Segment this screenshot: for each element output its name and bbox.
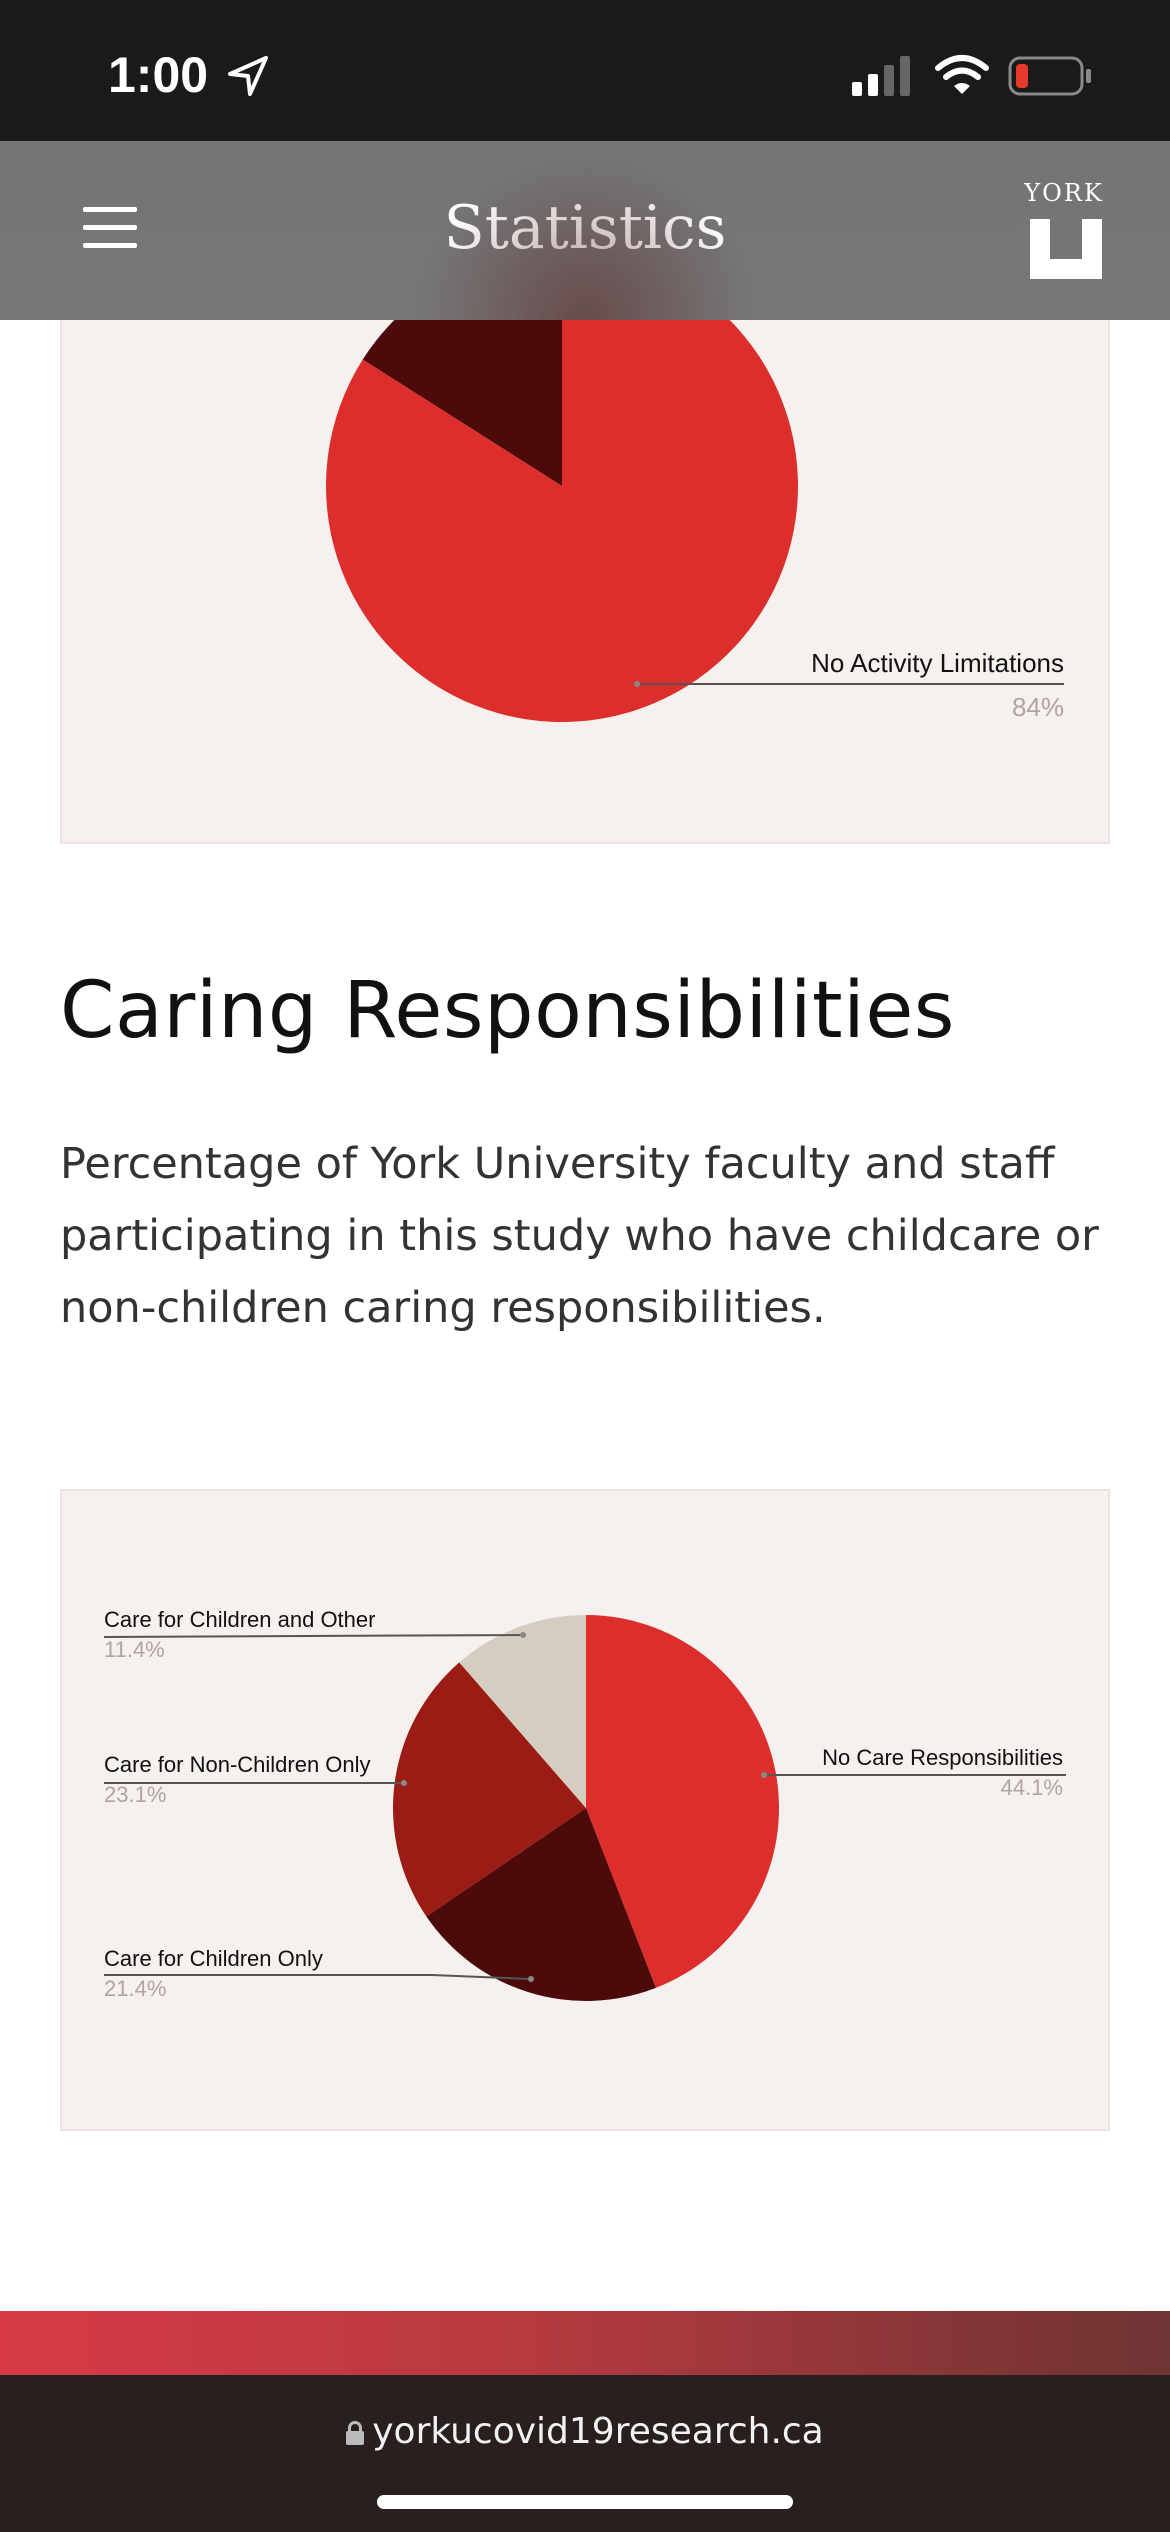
children-other-leader-line-dot (520, 1632, 526, 1638)
activity-limitations-pie-chart: No Activity Limitations 84% (325, 250, 1064, 722)
children-only-label: Care for Children Only (104, 1946, 323, 1971)
non-children-percent: 23.1% (104, 1782, 166, 1807)
children-only-leader-line (104, 1974, 532, 1980)
caring-responsibilities-chart-panel: No Care Responsibilities 44.1% Care for Ch… (60, 1489, 1110, 2131)
status-time: 1:00 (108, 47, 209, 103)
footer-banner (0, 2311, 1170, 2375)
children-only-percent: 21.4% (104, 1976, 166, 2001)
cellular-signal-icon (852, 56, 910, 96)
non-children-label: Care for Non-Children Only (104, 1752, 371, 1777)
children-other-label: Care for Children and Other (104, 1607, 375, 1632)
no-activity-label: No Activity Limitations (811, 648, 1064, 678)
children-other-percent: 11.4% (104, 1637, 165, 1662)
location-arrow-icon (228, 56, 268, 96)
lock-icon (346, 2421, 365, 2445)
section-title: Caring Responsibilities (60, 966, 955, 1056)
children-other-leader-line (103, 1634, 524, 1638)
app-header: Statistics YORK (0, 141, 1170, 320)
no-activity-percent: 84% (1012, 692, 1064, 722)
browser-address-bar[interactable]: yorkucovid19research.ca (0, 2375, 1170, 2532)
children-only-leader-line-dot (528, 1976, 534, 1982)
no-care-leader-line-dot (761, 1772, 767, 1778)
battery-low-icon (1008, 56, 1091, 96)
url-text: yorkucovid19research.ca (372, 2411, 824, 2452)
no-care-percent: 44.1% (1001, 1775, 1063, 1800)
activity-limitations-chart-panel: No Activity Limitations 84% (60, 250, 1110, 844)
no-care-label: No Care Responsibilities (822, 1745, 1063, 1770)
url-display[interactable]: yorkucovid19research.ca (0, 2411, 1170, 2452)
york-u-notch (1050, 219, 1082, 259)
page-title: Statistics (443, 193, 727, 263)
caring-responsibilities-pie-chart: No Care Responsibilities 44.1% Care for Ch… (103, 1607, 1066, 2001)
no-activity-leader-line-dot (634, 681, 640, 687)
section-description: Percentage of York University faculty an… (60, 1139, 1099, 1333)
wifi-icon (935, 55, 989, 94)
york-logo-text: YORK (1024, 179, 1104, 207)
home-indicator[interactable] (377, 2495, 793, 2509)
york-university-logo[interactable]: YORK (1014, 179, 1114, 289)
status-bar: 1:00 (0, 0, 1170, 141)
non-children-leader-line-dot (401, 1780, 407, 1786)
